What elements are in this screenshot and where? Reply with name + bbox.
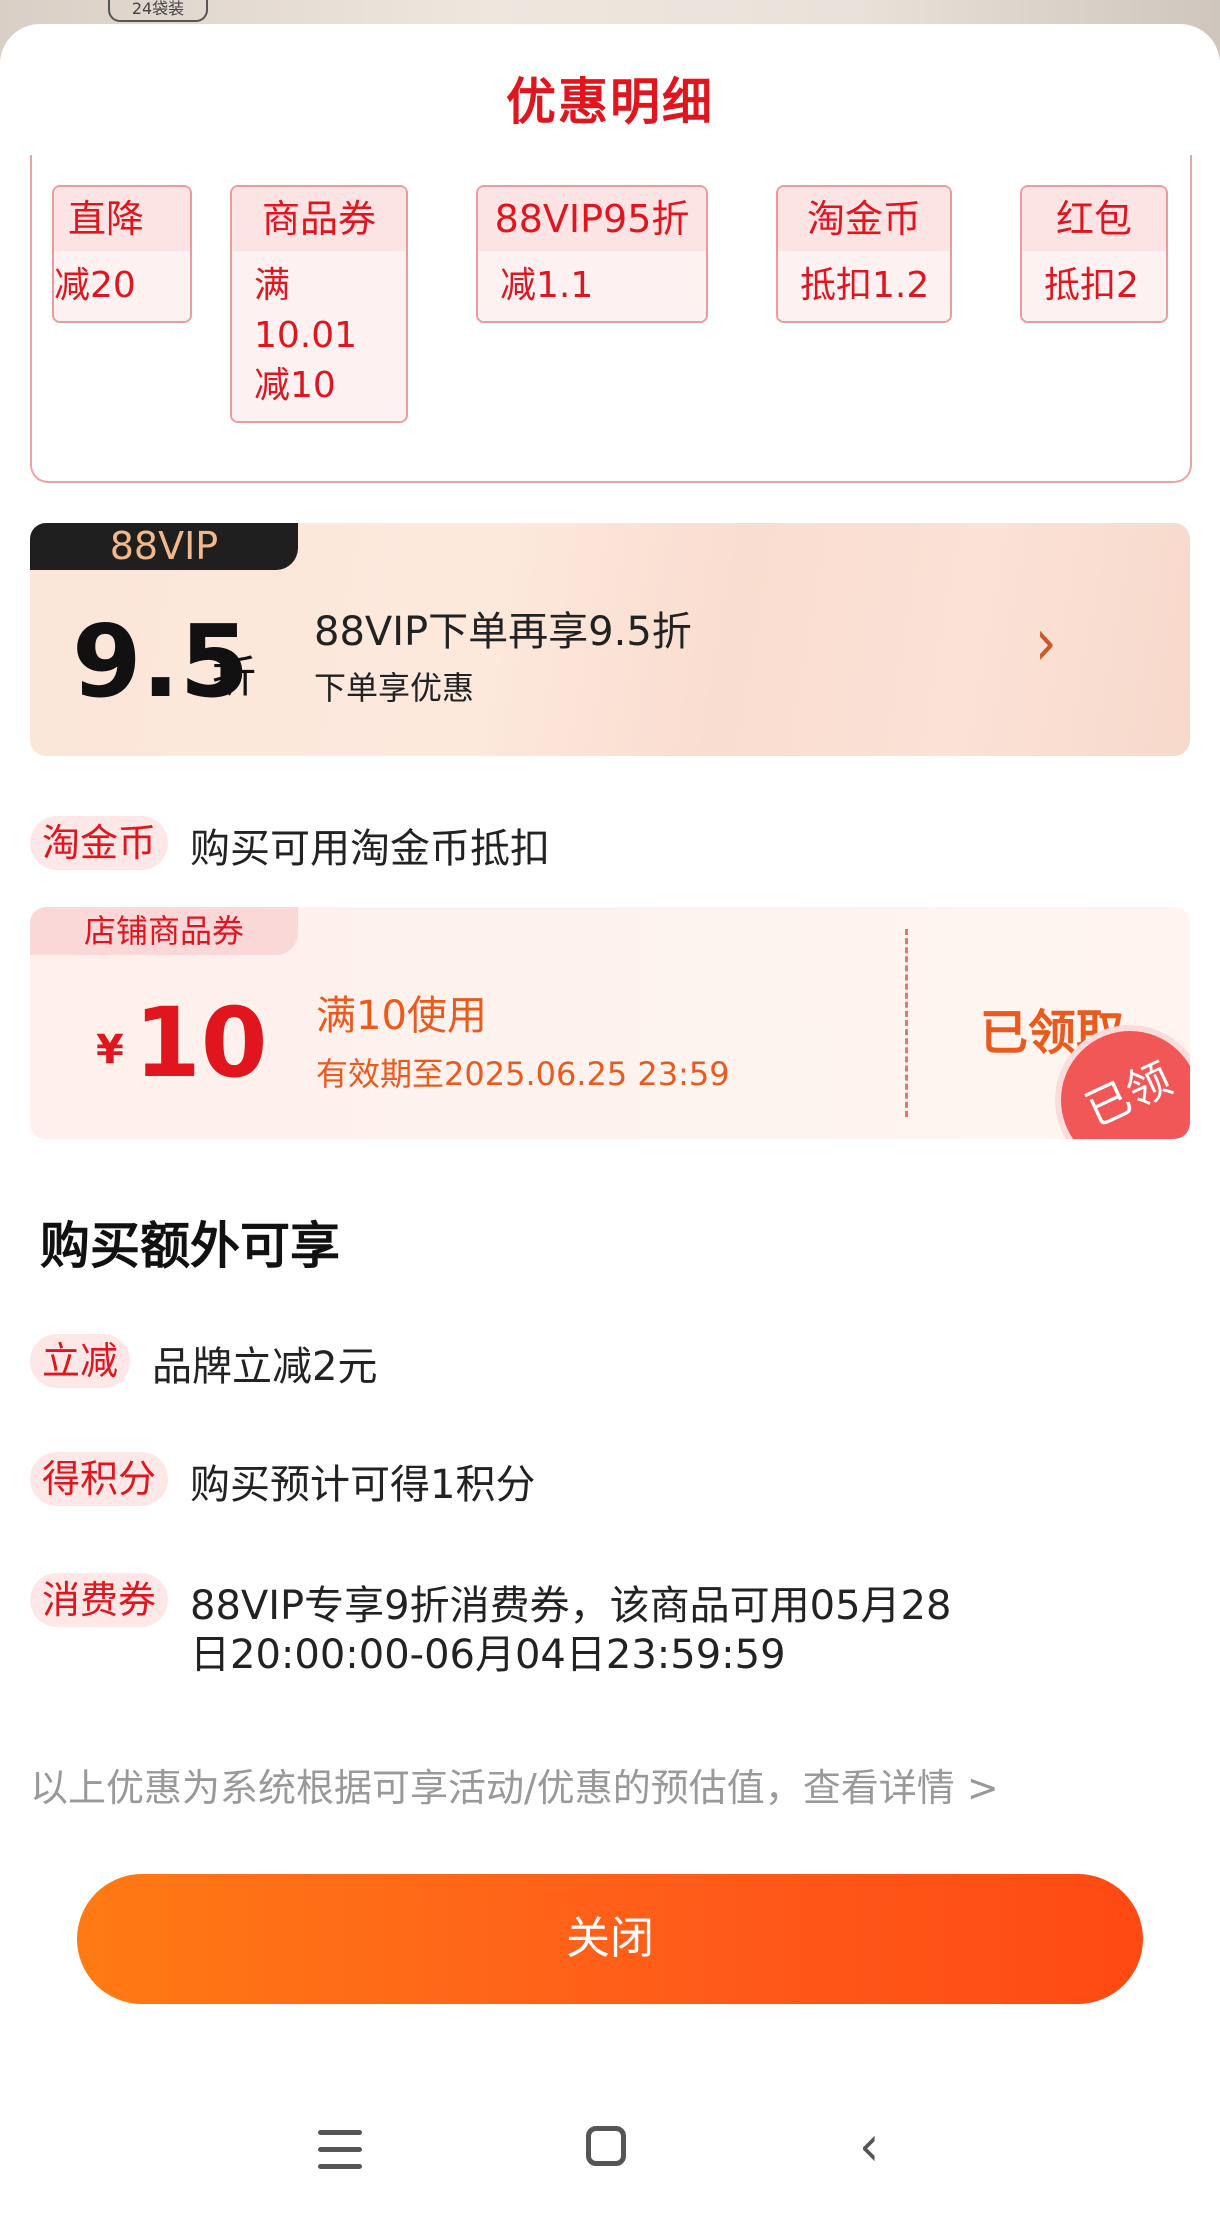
chip-value-line: 减20 xyxy=(54,265,136,306)
taojinbi-text: 购买可用淘金币抵扣 xyxy=(190,826,550,872)
chip-direct-cut[interactable]: 直降 减20 xyxy=(52,185,192,323)
chip-label: 淘金币 xyxy=(778,187,950,251)
coupon-expiry: 有效期至2025.06.25 23:59 xyxy=(316,1055,730,1093)
chip-88vip-discount[interactable]: 88VIP95折 减1.1 xyxy=(476,185,708,323)
chip-red-packet[interactable]: 红包 抵扣2 xyxy=(1020,185,1168,323)
system-nav-bar: ‹ xyxy=(0,2110,1220,2190)
back-icon[interactable]: ‹ xyxy=(859,2114,879,2179)
benefit-text-voucher-cont: 日20:00:00-06月04日23:59:59 xyxy=(190,1632,786,1678)
chevron-right-icon[interactable]: › xyxy=(1035,605,1057,681)
coupon-condition: 满10使用 xyxy=(316,993,487,1039)
coupon-tag: 店铺商品券 xyxy=(30,907,298,955)
coupon-divider xyxy=(905,929,908,1117)
extra-benefits-heading: 购买额外可享 xyxy=(40,1217,340,1275)
store-coupon-card[interactable]: 店铺商品券 ¥ 10 满10使用 有效期至2025.06.25 23:59 已领… xyxy=(30,907,1190,1139)
chip-product-coupon[interactable]: 商品券 满10.01 减10 xyxy=(230,185,408,423)
benefit-text-cut: 品牌立减2元 xyxy=(152,1344,378,1390)
benefit-tag-points: 得积分 xyxy=(30,1452,169,1506)
close-button[interactable]: 关闭 xyxy=(77,1874,1143,2004)
chip-label: 直降 xyxy=(54,187,190,251)
discount-breakdown-box: 直降 减20 商品券 满10.01 减10 88VIP95折 减1.1 淘金币 … xyxy=(30,155,1192,483)
chip-value-line: 抵扣1.2 xyxy=(800,265,930,306)
chip-label: 红包 xyxy=(1022,187,1166,251)
chip-value: 减20 xyxy=(54,251,190,321)
chip-value-line: 减10 xyxy=(254,365,336,406)
product-tag: 24袋装 xyxy=(108,0,208,22)
chip-value-line: 满10.01 xyxy=(254,265,358,356)
menu-icon[interactable] xyxy=(318,2130,362,2170)
coupon-currency: ¥ xyxy=(96,1027,124,1073)
chip-taojinbi[interactable]: 淘金币 抵扣1.2 xyxy=(776,185,952,323)
chip-value: 满10.01 减10 xyxy=(232,251,406,421)
vip-discount-card[interactable]: 88VIP 9.5 折 88VIP下单再享9.5折 下单享优惠 › xyxy=(30,523,1190,756)
vip-headline: 88VIP下单再享9.5折 xyxy=(314,609,692,655)
chip-value: 抵扣1.2 xyxy=(778,251,950,321)
stamp-text: 已领 xyxy=(1078,1053,1180,1137)
vip-discount-unit: 折 xyxy=(212,652,256,703)
home-icon[interactable] xyxy=(586,2126,626,2166)
estimate-footnote-link[interactable]: 以上优惠为系统根据可享活动/优惠的预估值，查看详情 > xyxy=(30,1757,999,1812)
chip-label: 88VIP95折 xyxy=(478,187,706,251)
taojinbi-tag: 淘金币 xyxy=(30,816,169,870)
benefit-text-points: 购买预计可得1积分 xyxy=(190,1462,536,1508)
benefit-tag-cut: 立减 xyxy=(30,1334,131,1388)
chip-value-line: 减1.1 xyxy=(500,265,594,306)
coupon-amount: 10 xyxy=(134,987,268,1099)
vip-badge: 88VIP xyxy=(30,523,298,570)
chip-value: 抵扣2 xyxy=(1022,251,1166,321)
chip-value: 减1.1 xyxy=(478,251,706,321)
chip-value-line: 抵扣2 xyxy=(1044,265,1139,306)
chip-label: 商品券 xyxy=(232,187,406,251)
vip-subline: 下单享优惠 xyxy=(314,669,475,707)
benefit-tag-voucher: 消费券 xyxy=(30,1573,169,1627)
sheet-title: 优惠明细 xyxy=(506,73,714,131)
